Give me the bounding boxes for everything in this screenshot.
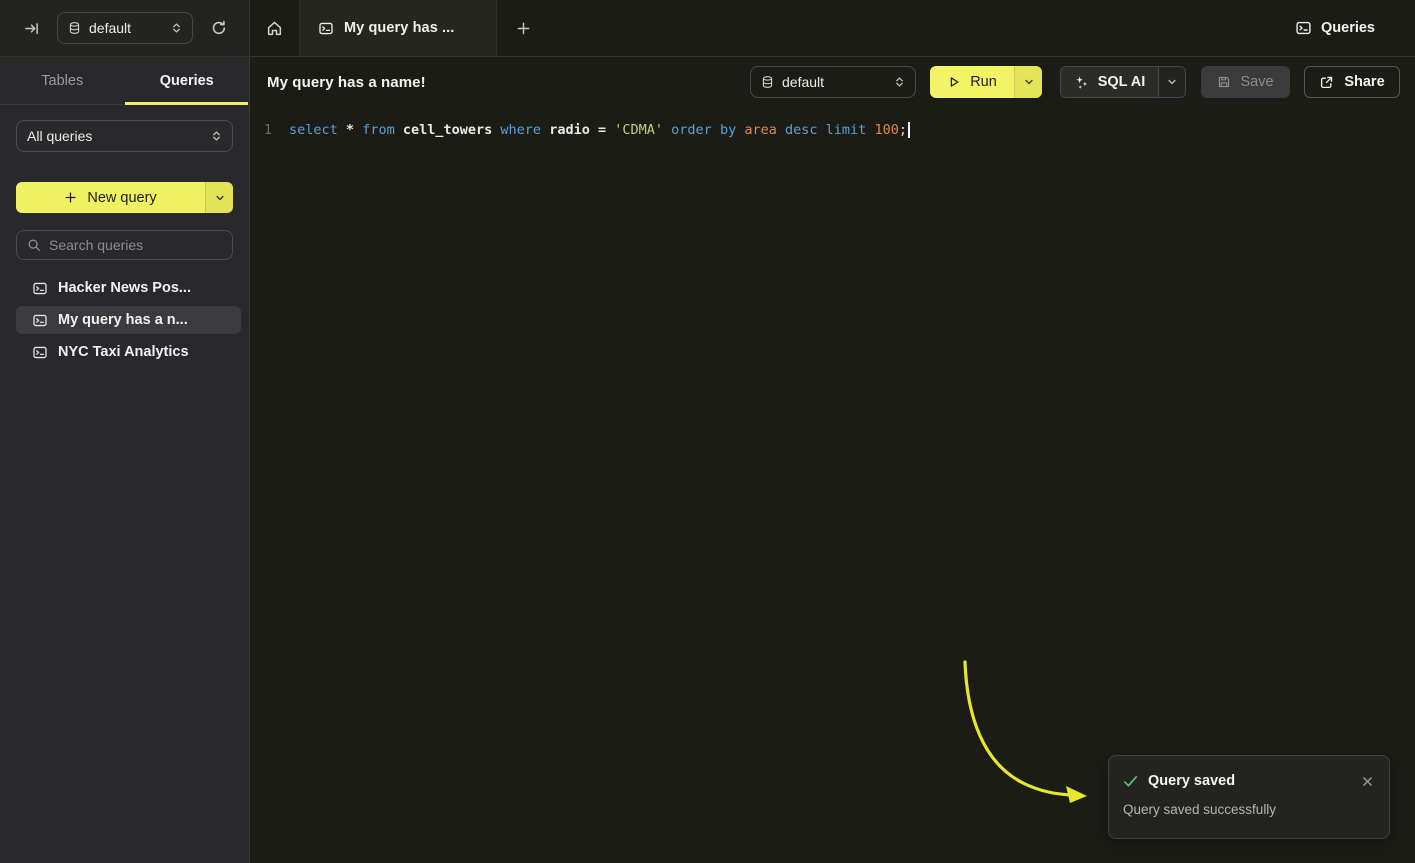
- database-selector-value: default: [89, 20, 163, 36]
- chevron-down-icon: [1167, 77, 1177, 87]
- toolbar-database-value: default: [782, 74, 886, 90]
- new-tab-button[interactable]: [497, 0, 549, 56]
- new-query-button[interactable]: New query: [16, 182, 205, 213]
- sql-ai-button[interactable]: SQL AI: [1061, 67, 1158, 97]
- chevron-down-icon: [1024, 77, 1034, 87]
- plus-icon: [64, 191, 77, 204]
- query-item-label: NYC Taxi Analytics: [58, 344, 189, 360]
- save-button[interactable]: Save: [1201, 66, 1290, 98]
- main-content: My query has a name! default: [250, 57, 1415, 863]
- tab-tables[interactable]: Tables: [0, 57, 125, 104]
- tab-tables-label: Tables: [41, 73, 83, 89]
- home-button[interactable]: [250, 0, 299, 56]
- chevron-down-icon: [215, 193, 225, 203]
- toast-close-button[interactable]: [1360, 774, 1375, 789]
- search-box: [16, 230, 233, 260]
- sql-ai-label: SQL AI: [1098, 74, 1146, 90]
- share-button[interactable]: Share: [1304, 66, 1400, 98]
- chevron-updown-icon: [894, 76, 905, 88]
- queries-indicator[interactable]: Queries: [1295, 20, 1375, 36]
- run-label: Run: [970, 74, 997, 90]
- query-item-label: Hacker News Pos...: [58, 280, 191, 296]
- line-number: 1: [250, 120, 289, 140]
- run-dropdown-button[interactable]: [1014, 66, 1042, 98]
- database-icon: [68, 21, 81, 35]
- collapse-sidebar-button[interactable]: [20, 17, 43, 40]
- play-icon: [947, 75, 961, 89]
- topbar: default: [0, 0, 1415, 57]
- toast-header: Query saved: [1123, 773, 1375, 789]
- terminal-icon: [32, 313, 48, 328]
- search-input[interactable]: [49, 237, 222, 253]
- share-label: Share: [1344, 74, 1384, 90]
- chevron-updown-icon: [211, 130, 222, 142]
- new-query-label: New query: [87, 190, 156, 206]
- toast-query-saved: Query saved Query saved successfully: [1108, 755, 1390, 839]
- sidebar: Tables Queries All queries: [0, 57, 250, 863]
- toast-title: Query saved: [1148, 773, 1350, 789]
- database-selector[interactable]: default: [57, 12, 193, 44]
- content-header: My query has a name! default: [250, 57, 1415, 107]
- refresh-button[interactable]: [207, 16, 231, 40]
- toast-message: Query saved successfully: [1123, 802, 1375, 817]
- toolbar-database-selector[interactable]: default: [750, 66, 916, 98]
- run-button[interactable]: Run: [930, 66, 1014, 98]
- database-icon: [761, 75, 774, 89]
- text-cursor: [908, 122, 910, 138]
- terminal-icon: [1295, 20, 1312, 36]
- close-icon: [1362, 776, 1373, 787]
- sparkles-icon: [1074, 75, 1089, 90]
- terminal-icon: [318, 21, 334, 36]
- query-title: My query has a name!: [267, 74, 426, 91]
- tab-strip: My query has ...: [250, 0, 549, 56]
- refresh-icon: [211, 20, 227, 36]
- new-query-dropdown-button[interactable]: [205, 182, 233, 213]
- topbar-left: default: [0, 0, 250, 56]
- queries-filter-value: All queries: [27, 128, 203, 144]
- check-icon: [1123, 775, 1138, 788]
- sql-editor[interactable]: 1 select * from cell_towers where radio …: [250, 107, 1415, 140]
- app-window: default: [0, 0, 1415, 863]
- query-list: Hacker News Pos... My query has a n... N…: [16, 274, 241, 366]
- collapse-sidebar-icon: [24, 21, 39, 36]
- tab-label: My query has ...: [344, 20, 454, 36]
- query-list-item[interactable]: NYC Taxi Analytics: [16, 338, 241, 366]
- share-icon: [1319, 75, 1334, 90]
- active-tab-underline: [125, 102, 249, 105]
- toolbar: default Run: [750, 66, 1400, 98]
- query-item-label: My query has a n...: [58, 312, 188, 328]
- plus-icon: [516, 21, 531, 36]
- save-label: Save: [1240, 74, 1273, 90]
- code-line-content: select * from cell_towers where radio = …: [289, 120, 910, 140]
- terminal-icon: [32, 281, 48, 296]
- tab-my-query[interactable]: My query has ...: [299, 0, 497, 56]
- sidebar-tabs: Tables Queries: [0, 57, 249, 105]
- chevron-updown-icon: [171, 22, 182, 34]
- queries-indicator-label: Queries: [1321, 20, 1375, 36]
- run-split-button: Run: [930, 66, 1042, 98]
- new-query-split-button: New query: [16, 182, 233, 213]
- queries-filter-select[interactable]: All queries: [16, 120, 233, 152]
- tab-queries-label: Queries: [160, 73, 214, 89]
- query-list-item[interactable]: Hacker News Pos...: [16, 274, 241, 302]
- home-icon: [266, 20, 283, 37]
- save-icon: [1217, 75, 1231, 89]
- sql-ai-split-button: SQL AI: [1060, 66, 1186, 98]
- sql-ai-dropdown-button[interactable]: [1158, 67, 1185, 97]
- terminal-icon: [32, 345, 48, 360]
- search-icon: [27, 238, 41, 252]
- query-list-item-selected[interactable]: My query has a n...: [16, 306, 241, 334]
- tab-queries[interactable]: Queries: [125, 57, 250, 104]
- topbar-right: Queries: [1295, 0, 1415, 56]
